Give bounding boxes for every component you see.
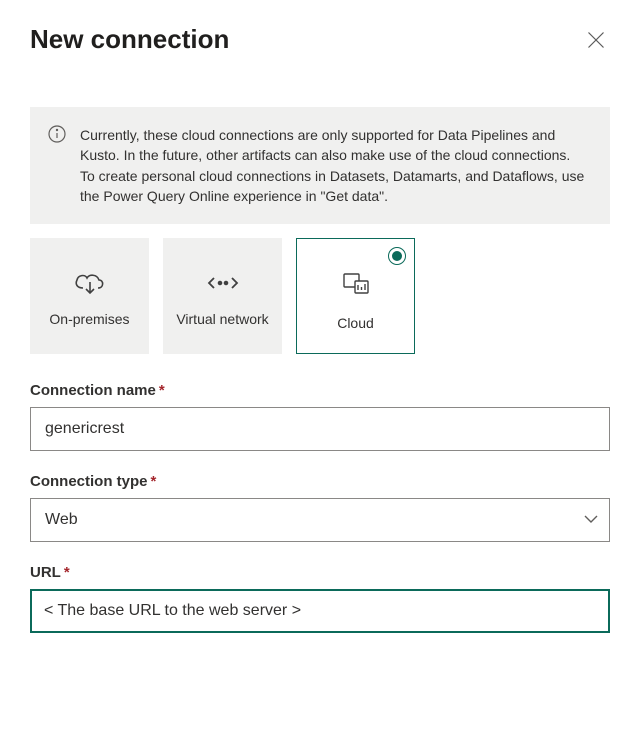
- required-star-icon: *: [64, 564, 70, 581]
- required-star-icon: *: [151, 473, 157, 490]
- info-banner-text: Currently, these cloud connections are o…: [80, 127, 584, 204]
- tile-label: Virtual network: [170, 311, 274, 329]
- url-group: URL*: [30, 564, 610, 633]
- info-icon: [48, 125, 66, 143]
- selected-radio-icon: [388, 247, 406, 265]
- url-label: URL*: [30, 564, 610, 581]
- connection-name-label: Connection name*: [30, 382, 610, 399]
- connection-type-group: Connection type* Web: [30, 473, 610, 542]
- tile-label: On-premises: [43, 311, 135, 329]
- connection-type-label: Connection type*: [30, 473, 610, 490]
- connection-name-input[interactable]: [30, 407, 610, 451]
- tile-on-premises[interactable]: On-premises: [30, 238, 149, 354]
- page-title: New connection: [30, 24, 229, 55]
- close-icon: [587, 31, 605, 49]
- connection-type-select[interactable]: Web: [30, 498, 610, 542]
- cloud-data-icon: [339, 269, 373, 297]
- required-star-icon: *: [159, 382, 165, 399]
- connection-name-group: Connection name*: [30, 382, 610, 451]
- info-banner: Currently, these cloud connections are o…: [30, 107, 610, 224]
- connection-mode-tiles: On-premises Virtual network Cloud: [30, 238, 610, 354]
- url-input[interactable]: [30, 589, 610, 633]
- tile-label: Cloud: [331, 311, 380, 333]
- cloud-download-icon: [73, 269, 107, 297]
- close-button[interactable]: [582, 26, 610, 54]
- tile-virtual-network[interactable]: Virtual network: [163, 238, 282, 354]
- virtual-network-icon: [206, 269, 240, 297]
- tile-cloud[interactable]: Cloud: [296, 238, 415, 354]
